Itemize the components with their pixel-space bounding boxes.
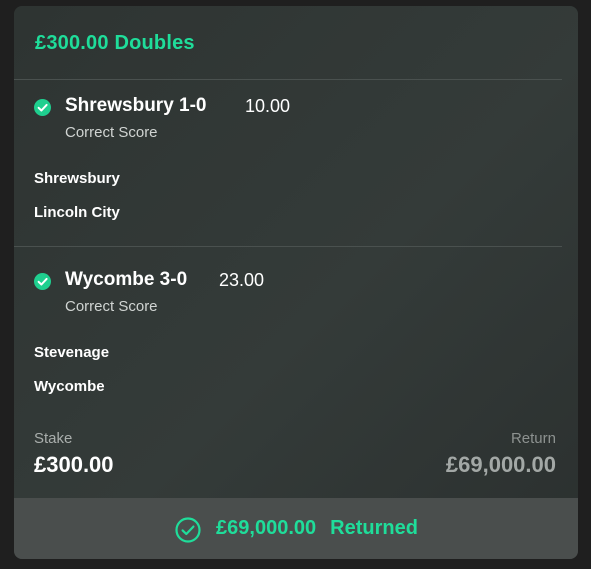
returned-status: Returned [330,517,418,539]
selection-name: Shrewsbury 1-0 [65,95,207,116]
stake-label: Stake [34,430,73,447]
check-circle-outline-icon [175,517,201,543]
return-value: £69,000.00 [445,452,556,477]
returned-banner: £69,000.00 Returned [14,498,578,559]
bet-title: £300.00 Doubles [35,32,195,54]
away-team: Lincoln City [34,204,120,221]
selection-market: Correct Score [65,124,158,141]
selection-odds: 23.00 [219,270,265,290]
selection-market: Correct Score [65,298,158,315]
selection-odds: 10.00 [245,96,291,116]
returned-amount: £69,000.00 [216,517,317,539]
returned-text: £69,000.00 Returned [216,517,418,540]
selection-name: Wycombe 3-0 [65,269,188,290]
divider [14,246,562,247]
bet-card: £300.00 Doubles Shrewsbury 1-0 10.00 Cor… [14,6,578,559]
divider [14,79,562,80]
home-team: Shrewsbury [34,170,120,187]
check-circle-icon [34,99,51,116]
return-label: Return [510,430,556,447]
stake-value: £300.00 [34,452,114,477]
check-circle-icon [34,273,51,290]
away-team: Wycombe [34,378,105,395]
home-team: Stevenage [34,344,110,361]
